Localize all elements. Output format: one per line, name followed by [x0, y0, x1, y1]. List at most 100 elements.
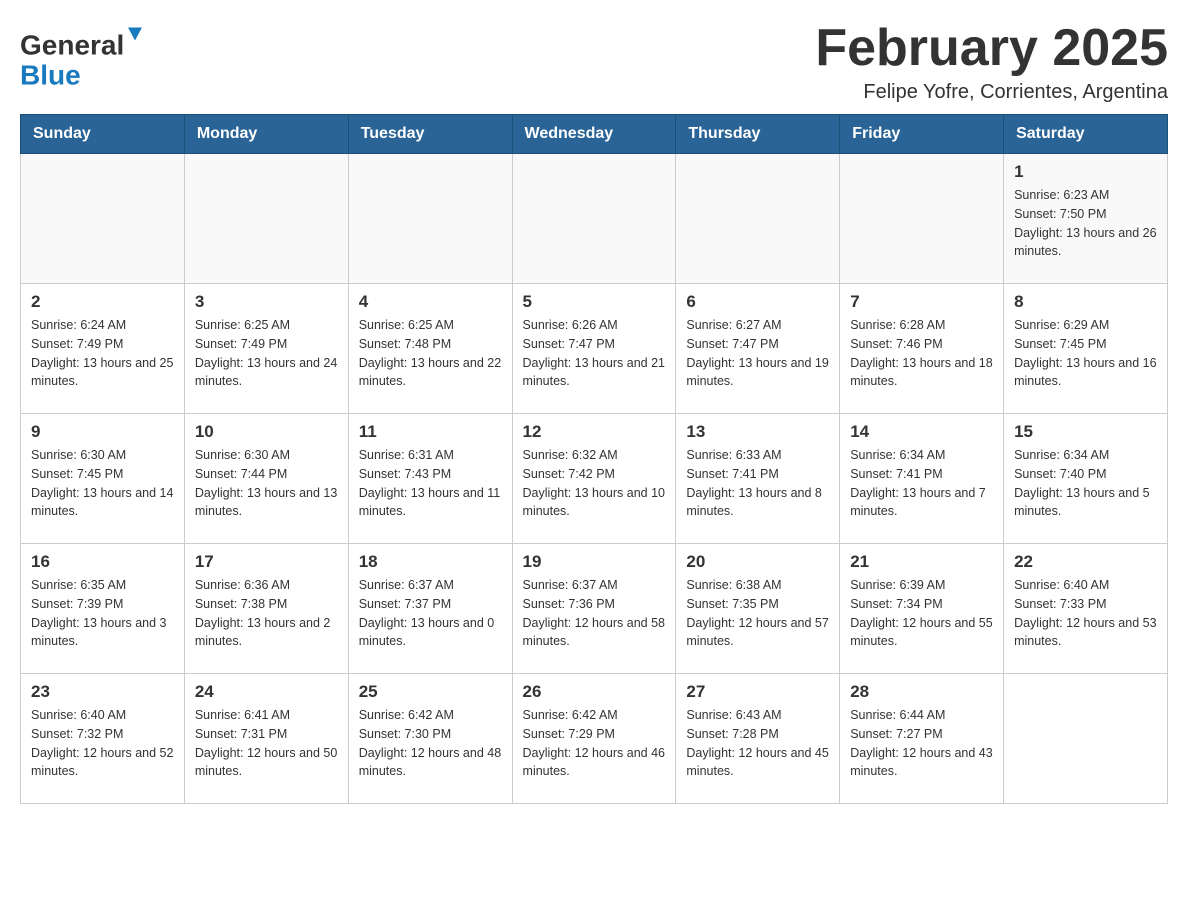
table-row: 27Sunrise: 6:43 AMSunset: 7:28 PMDayligh… — [676, 674, 840, 804]
sunrise-text: Sunrise: 6:44 AM — [850, 708, 945, 722]
daylight-text: Daylight: 13 hours and 18 minutes. — [850, 356, 992, 389]
day-number: 4 — [359, 292, 502, 312]
sunset-text: Sunset: 7:45 PM — [31, 467, 123, 481]
day-number: 8 — [1014, 292, 1157, 312]
day-info: Sunrise: 6:32 AM Sunset: 7:42 PM Daylight:… — [523, 446, 666, 521]
sunrise-text: Sunrise: 6:26 AM — [523, 318, 618, 332]
daylight-text: Daylight: 13 hours and 7 minutes. — [850, 486, 986, 519]
sunset-text: Sunset: 7:27 PM — [850, 727, 942, 741]
daylight-text: Daylight: 12 hours and 55 minutes. — [850, 616, 992, 649]
daylight-text: Daylight: 12 hours and 52 minutes. — [31, 746, 173, 779]
day-number: 3 — [195, 292, 338, 312]
table-row: 10Sunrise: 6:30 AMSunset: 7:44 PMDayligh… — [184, 414, 348, 544]
sunrise-text: Sunrise: 6:34 AM — [1014, 448, 1109, 462]
logo: General Blue — [20, 20, 150, 90]
sunset-text: Sunset: 7:33 PM — [1014, 597, 1106, 611]
calendar-week-row: 9Sunrise: 6:30 AMSunset: 7:45 PMDaylight… — [21, 414, 1168, 544]
sunrise-text: Sunrise: 6:25 AM — [195, 318, 290, 332]
col-thursday: Thursday — [676, 115, 840, 154]
day-number: 7 — [850, 292, 993, 312]
table-row: 21 Sunrise: 6:39 AM Sunset: 7:34 PM Dayligh… — [840, 544, 1004, 674]
sunrise-text: Sunrise: 6:29 AM — [1014, 318, 1109, 332]
sunset-text: Sunset: 7:41 PM — [850, 467, 942, 481]
sunrise-text: Sunrise: 6:40 AM — [31, 708, 126, 722]
day-number: 1 — [1014, 162, 1157, 182]
sunrise-text: Sunrise: 6:35 AM — [31, 578, 126, 592]
table-row: 24Sunrise: 6:41 AMSunset: 7:31 PMDayligh… — [184, 674, 348, 804]
table-row — [1004, 674, 1168, 804]
sunrise-text: Sunrise: 6:25 AM — [359, 318, 454, 332]
day-number: 10 — [195, 422, 338, 442]
day-number: 24 — [195, 682, 338, 702]
day-info: Sunrise: 6:43 AMSunset: 7:28 PMDaylight:… — [686, 706, 829, 781]
sunset-text: Sunset: 7:42 PM — [523, 467, 615, 481]
daylight-text: Daylight: 13 hours and 5 minutes. — [1014, 486, 1150, 519]
logo-svg: General Blue — [20, 20, 150, 90]
page-header: General Blue February 2025 Felipe Yofre,… — [20, 20, 1168, 104]
sunrise-text: Sunrise: 6:23 AM — [1014, 188, 1109, 202]
table-row: 16Sunrise: 6:35 AMSunset: 7:39 PMDayligh… — [21, 544, 185, 674]
table-row: 28Sunrise: 6:44 AMSunset: 7:27 PMDayligh… — [840, 674, 1004, 804]
calendar-table: Sunday Monday Tuesday Wednesday Thursday… — [20, 114, 1168, 804]
day-info: Sunrise: 6:23 AMSunset: 7:50 PMDaylight:… — [1014, 186, 1157, 261]
table-row: 7Sunrise: 6:28 AMSunset: 7:46 PMDaylight… — [840, 284, 1004, 414]
day-number: 16 — [31, 552, 174, 572]
daylight-text: Daylight: 12 hours and 57 minutes. — [686, 616, 828, 649]
day-info: Sunrise: 6:30 AMSunset: 7:45 PMDaylight:… — [31, 446, 174, 521]
daylight-text: Daylight: 13 hours and 0 minutes. — [359, 616, 495, 649]
sunset-text: Sunset: 7:44 PM — [195, 467, 287, 481]
sunrise-text: Sunrise: 6:30 AM — [195, 448, 290, 462]
day-info: Sunrise: 6:25 AMSunset: 7:49 PMDaylight:… — [195, 316, 338, 391]
day-info: Sunrise: 6:36 AMSunset: 7:38 PMDaylight:… — [195, 576, 338, 651]
day-number: 20 — [686, 552, 829, 572]
table-row: 14Sunrise: 6:34 AMSunset: 7:41 PMDayligh… — [840, 414, 1004, 544]
table-row: 1 Sunrise: 6:23 AMSunset: 7:50 PMDaylight… — [1004, 154, 1168, 284]
sunset-text: Sunset: 7:29 PM — [523, 727, 615, 741]
sunrise-text: Sunrise: 6:31 AM — [359, 448, 454, 462]
daylight-text: Daylight: 13 hours and 22 minutes. — [359, 356, 501, 389]
day-info: Sunrise: 6:34 AMSunset: 7:41 PMDaylight:… — [850, 446, 993, 521]
daylight-text: Daylight: 13 hours and 10 minutes. — [523, 486, 665, 519]
sunrise-text: Sunrise: 6:32 AM — [523, 448, 618, 462]
table-row — [348, 154, 512, 284]
sunset-text: Sunset: 7:34 PM — [850, 597, 942, 611]
day-number: 21 — [850, 552, 993, 572]
daylight-text: Daylight: 13 hours and 26 minutes. — [1014, 226, 1156, 259]
day-number: 26 — [523, 682, 666, 702]
sunset-text: Sunset: 7:49 PM — [195, 337, 287, 351]
table-row — [184, 154, 348, 284]
sunset-text: Sunset: 7:39 PM — [31, 597, 123, 611]
sunset-text: Sunset: 7:41 PM — [686, 467, 778, 481]
sunset-text: Sunset: 7:40 PM — [1014, 467, 1106, 481]
sunset-text: Sunset: 7:47 PM — [686, 337, 778, 351]
sunrise-text: Sunrise: 6:36 AM — [195, 578, 290, 592]
day-info: Sunrise: 6:30 AMSunset: 7:44 PMDaylight:… — [195, 446, 338, 521]
sunset-text: Sunset: 7:31 PM — [195, 727, 287, 741]
day-number: 2 — [31, 292, 174, 312]
table-row: 23Sunrise: 6:40 AMSunset: 7:32 PMDayligh… — [21, 674, 185, 804]
day-number: 18 — [359, 552, 502, 572]
col-friday: Friday — [840, 115, 1004, 154]
sunrise-text: Sunrise: 6:38 AM — [686, 578, 781, 592]
sunrise-text: Sunrise: 6:42 AM — [523, 708, 618, 722]
day-info: Sunrise: 6:37 AMSunset: 7:37 PMDaylight:… — [359, 576, 502, 651]
day-number: 23 — [31, 682, 174, 702]
day-info: Sunrise: 6:24 AMSunset: 7:49 PMDaylight:… — [31, 316, 174, 391]
table-row: 12Sunrise: 6:32 AMSunset: 7:42 PMDayligh… — [512, 414, 676, 544]
sunrise-text: Sunrise: 6:37 AM — [359, 578, 454, 592]
sunrise-text: Sunrise: 6:43 AM — [686, 708, 781, 722]
calendar-week-row: 1 Sunrise: 6:23 AMSunset: 7:50 PMDaylight… — [21, 154, 1168, 284]
daylight-text: Daylight: 13 hours and 8 minutes. — [686, 486, 822, 519]
day-number: 11 — [359, 422, 502, 442]
day-number: 22 — [1014, 552, 1157, 572]
calendar-week-row: 2 Sunrise: 6:24 AMSunset: 7:49 PMDaylight… — [21, 284, 1168, 414]
table-row: 20Sunrise: 6:38 AMSunset: 7:35 PMDayligh… — [676, 544, 840, 674]
sunrise-text: Sunrise: 6:39 AM — [850, 578, 945, 592]
daylight-text: Daylight: 13 hours and 21 minutes. — [523, 356, 665, 389]
location: Felipe Yofre, Corrientes, Argentina — [815, 81, 1168, 104]
calendar-header-row: Sunday Monday Tuesday Wednesday Thursday… — [21, 115, 1168, 154]
sunset-text: Sunset: 7:43 PM — [359, 467, 451, 481]
sunrise-text: Sunrise: 6:37 AM — [523, 578, 618, 592]
day-info: Sunrise: 6:26 AMSunset: 7:47 PMDaylight:… — [523, 316, 666, 391]
col-sunday: Sunday — [21, 115, 185, 154]
